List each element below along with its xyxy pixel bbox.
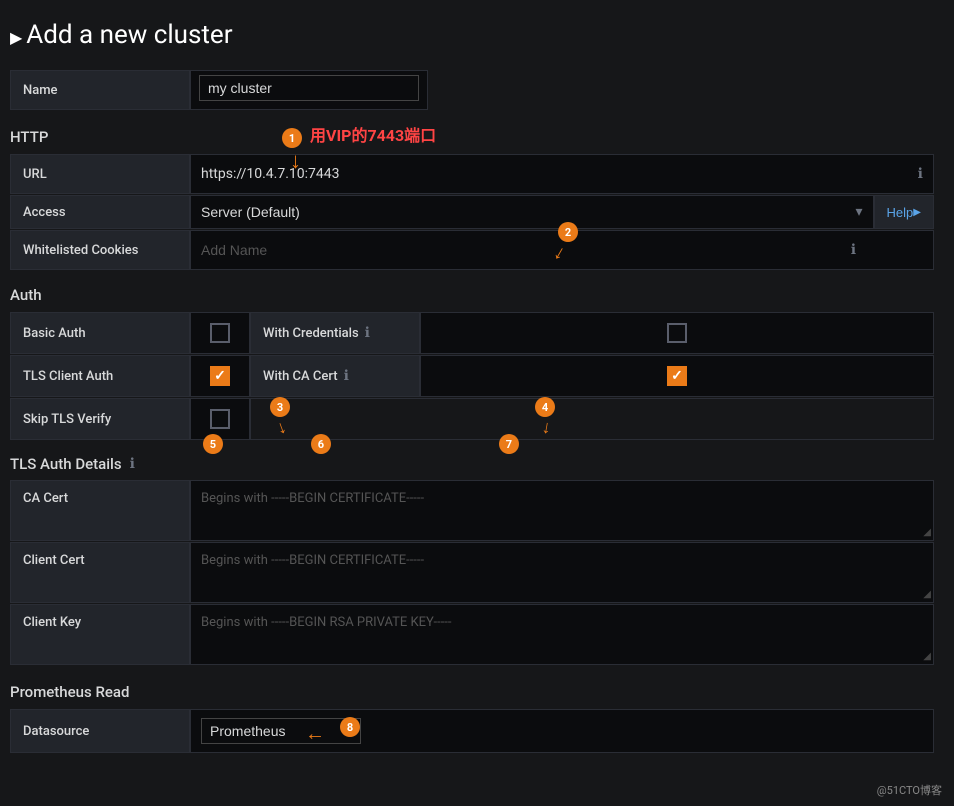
whitelisted-info-icon[interactable]: ℹ xyxy=(851,242,856,258)
client-key-label: Client Key xyxy=(10,604,190,665)
access-label: Access xyxy=(10,195,190,229)
ca-cert-control: ◢ xyxy=(190,480,934,541)
basic-auth-checkbox[interactable] xyxy=(210,323,230,343)
annotation-badge-6: 6 xyxy=(311,434,331,454)
access-control: Server (Default) Browser Proxy ▾ xyxy=(190,195,874,229)
page-title: Add a new cluster xyxy=(10,20,934,50)
url-value: https://10.4.7.10:7443 xyxy=(201,166,340,182)
annotation-badge-3: 3 xyxy=(270,397,290,417)
annotation-badge-2: 2 xyxy=(558,222,578,242)
basic-auth-check-cell xyxy=(190,312,250,354)
client-cert-label: Client Cert xyxy=(10,542,190,603)
name-input[interactable] xyxy=(199,75,419,101)
resize-handle-ca: ◢ xyxy=(923,527,931,538)
skip-tls-check-cell xyxy=(190,398,250,440)
tls-client-check-cell xyxy=(190,355,250,397)
client-cert-textarea[interactable] xyxy=(191,543,933,598)
client-key-textarea[interactable] xyxy=(191,605,933,660)
with-credentials-checkbox[interactable] xyxy=(667,323,687,343)
whitelisted-label: Whitelisted Cookies xyxy=(10,230,190,270)
ca-cert-label: CA Cert xyxy=(10,480,190,541)
annotation-badge-5: 5 xyxy=(203,434,223,454)
datasource-control: Prometheus InfluxDB ▾ xyxy=(190,709,934,753)
url-label: URL xyxy=(10,154,190,194)
skip-tls-checkbox[interactable] xyxy=(210,409,230,429)
access-select[interactable]: Server (Default) Browser Proxy xyxy=(201,204,856,220)
with-ca-cert-checkbox[interactable] xyxy=(667,366,687,386)
auth-section-title: Auth xyxy=(10,286,934,304)
help-button[interactable]: Help xyxy=(875,205,933,220)
help-button-container: Help xyxy=(874,195,934,229)
prometheus-section-title: Prometheus Read xyxy=(10,683,934,701)
datasource-select[interactable]: Prometheus InfluxDB xyxy=(210,723,320,739)
datasource-label: Datasource xyxy=(10,709,190,753)
with-credentials-check-cell xyxy=(420,312,934,354)
tls-auth-info-icon[interactable]: ℹ xyxy=(130,456,135,472)
tls-client-label: TLS Client Auth xyxy=(10,355,190,397)
whitelisted-input[interactable] xyxy=(201,242,851,258)
client-cert-control: ◢ xyxy=(190,542,934,603)
annotation-badge-8: 8 xyxy=(340,717,360,737)
resize-handle-client-cert: ◢ xyxy=(923,589,931,600)
chevron-down-icon: ▾ xyxy=(856,204,863,220)
url-info-icon[interactable]: ℹ xyxy=(918,166,923,182)
tls-auth-details-title-row: TLS Auth Details ℹ 5 6 7 xyxy=(10,454,934,474)
with-ca-cert-info-icon[interactable]: ℹ xyxy=(344,368,349,384)
tls-client-checkbox[interactable] xyxy=(210,366,230,386)
ca-cert-textarea[interactable] xyxy=(191,481,933,536)
annotation-badge-7: 7 xyxy=(499,434,519,454)
annotation-badge-1: 1 xyxy=(282,128,302,148)
resize-handle-client-key: ◢ xyxy=(923,651,931,662)
watermark: @51CTO博客 xyxy=(877,782,942,798)
with-ca-cert-label: With CA Cert ℹ xyxy=(250,355,420,397)
skip-tls-label: Skip TLS Verify xyxy=(10,398,190,440)
with-ca-cert-check-cell xyxy=(420,355,934,397)
tls-auth-title: TLS Auth Details xyxy=(10,455,122,473)
with-credentials-info-icon[interactable]: ℹ xyxy=(365,325,370,341)
prometheus-section: Prometheus Read Datasource Prometheus In… xyxy=(10,683,934,764)
with-credentials-label: With Credentials ℹ xyxy=(250,312,420,354)
name-label: Name xyxy=(10,70,190,110)
basic-auth-label: Basic Auth xyxy=(10,312,190,354)
client-key-control: ◢ xyxy=(190,604,934,665)
url-control: https://10.4.7.10:7443 ℹ xyxy=(190,154,934,194)
http-section-title: HTTP xyxy=(10,128,934,146)
annotation-badge-4: 4 xyxy=(535,397,555,417)
